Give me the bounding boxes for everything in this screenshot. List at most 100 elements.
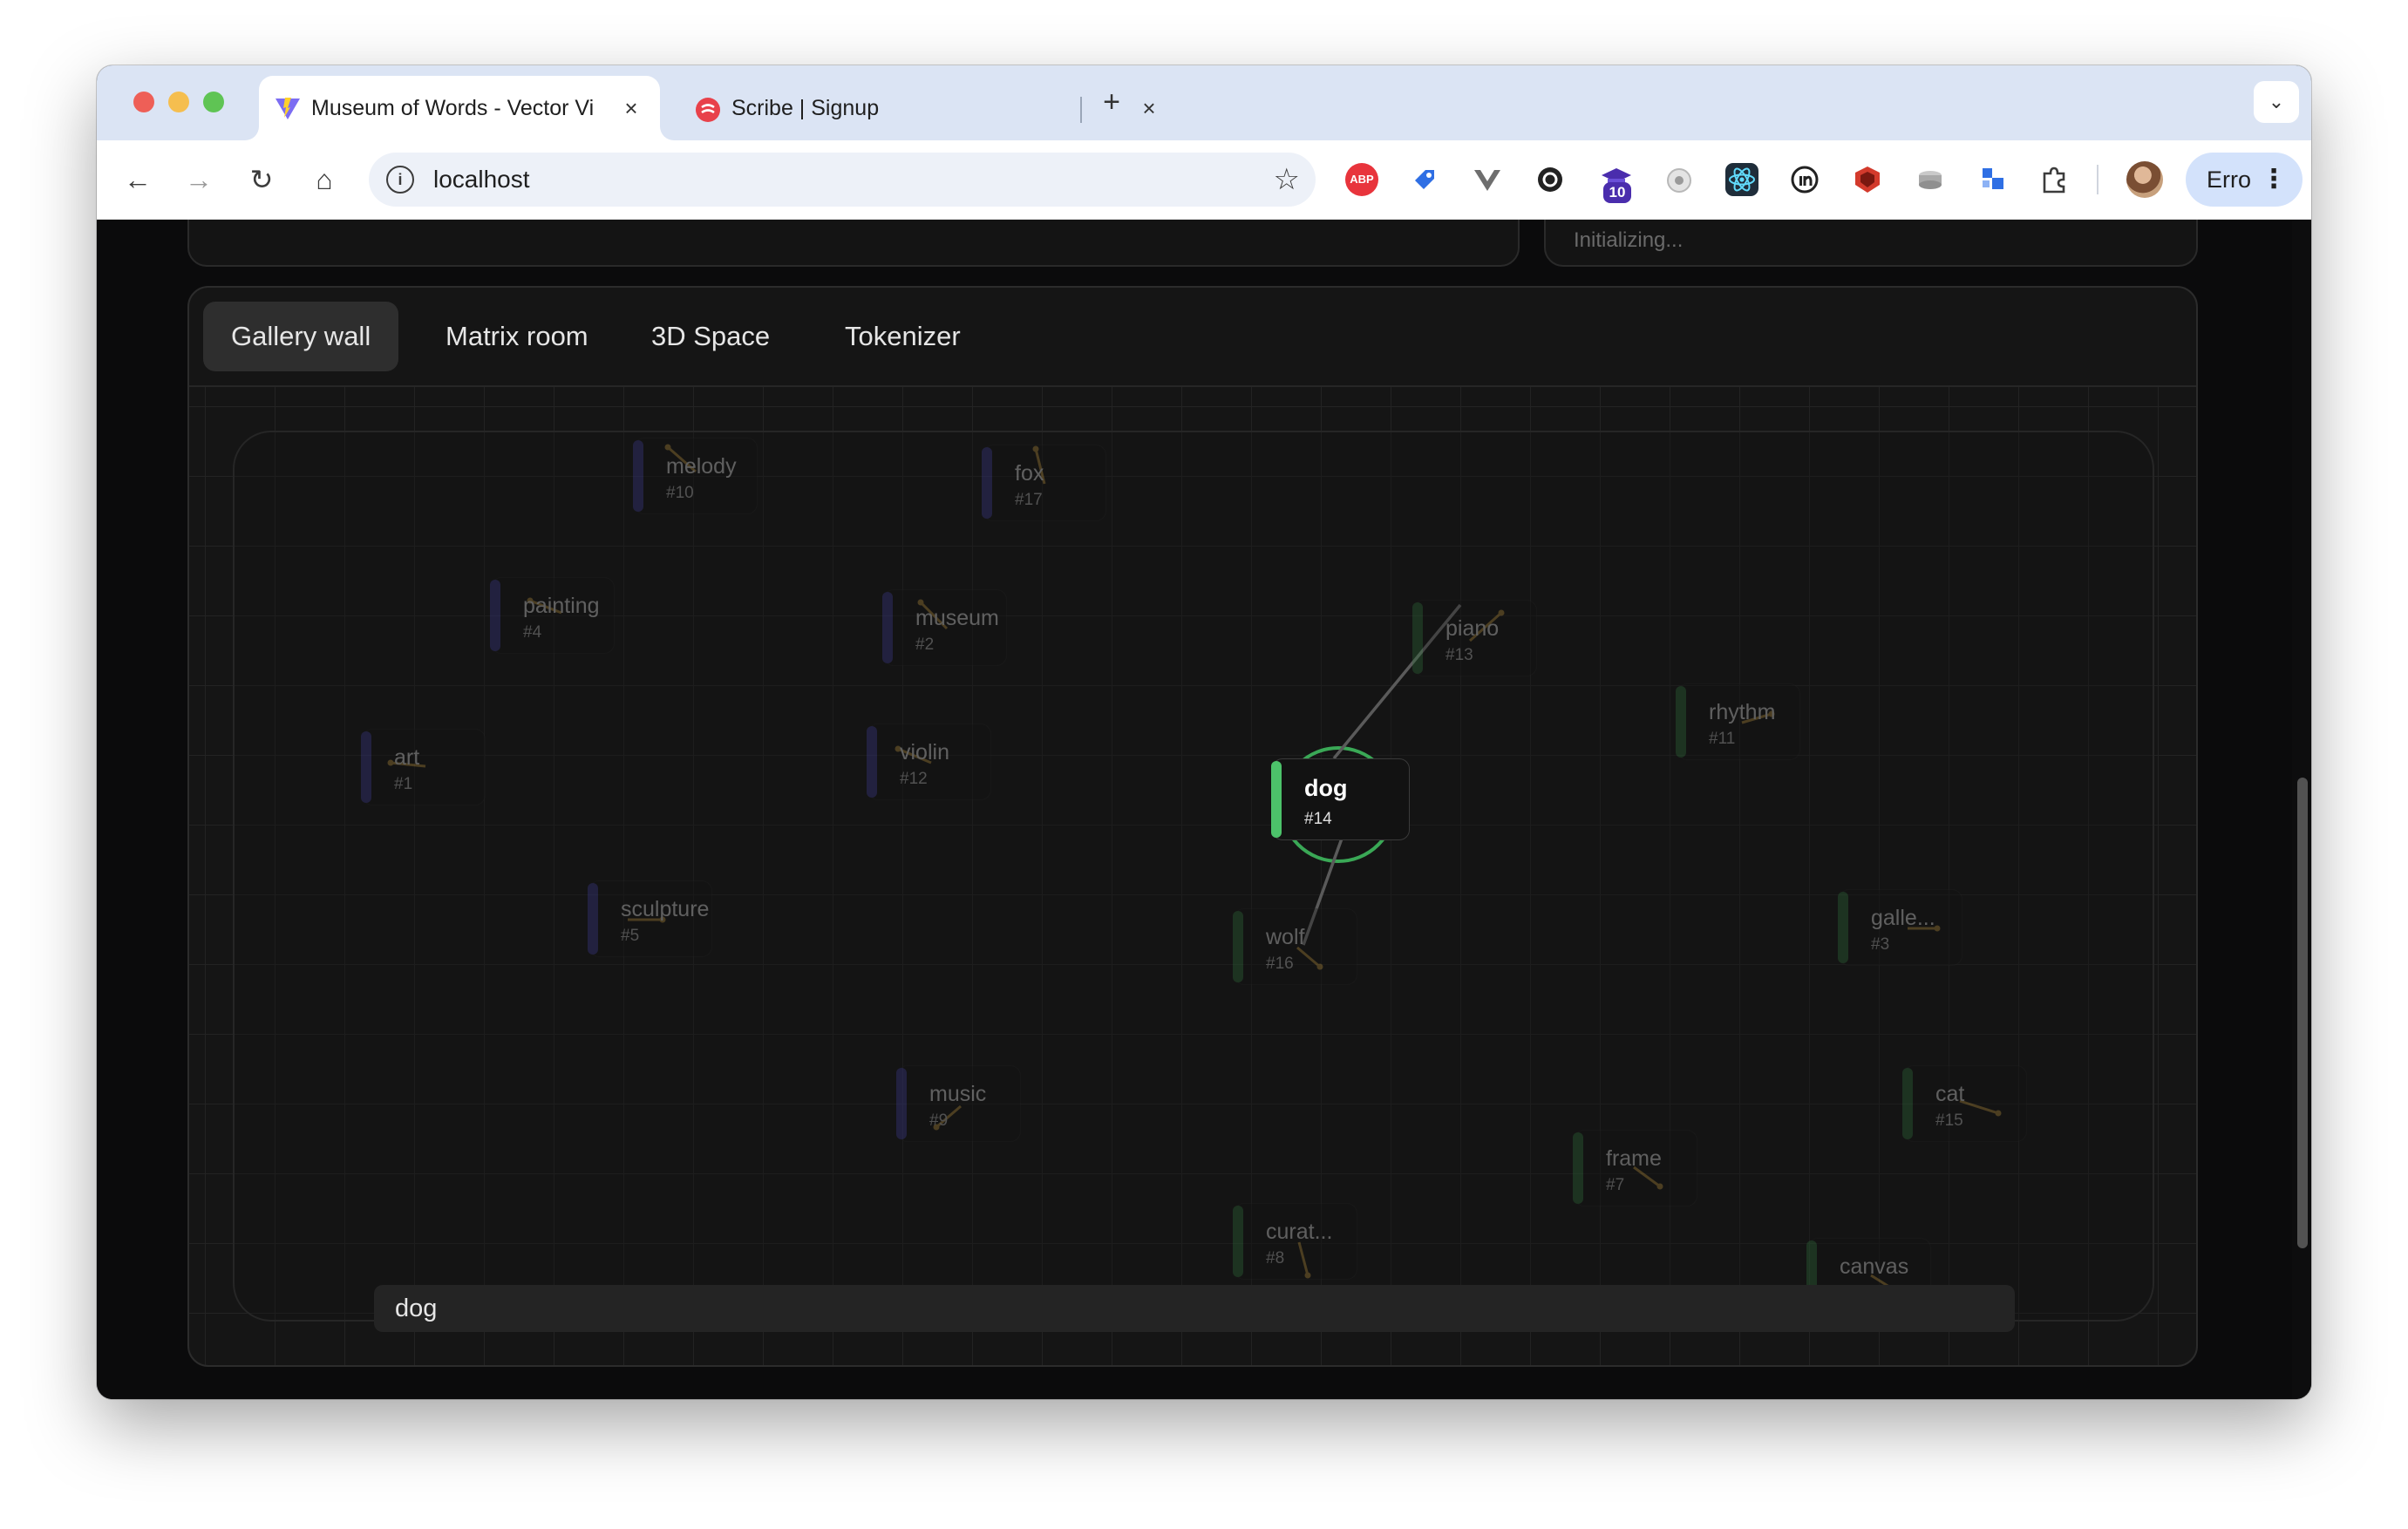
profile-label: Erro xyxy=(2207,166,2252,193)
blocks-extension-icon[interactable] xyxy=(1976,163,2010,196)
forward-button[interactable]: → xyxy=(180,161,217,198)
word-node-fox[interactable]: fox #17 xyxy=(982,445,1106,521)
word-label: dog xyxy=(1304,775,1348,801)
camera-extension-icon[interactable] xyxy=(1663,163,1696,196)
word-label: curat... xyxy=(1266,1220,1333,1244)
word-query-input[interactable]: dog xyxy=(374,1285,2015,1332)
extensions-puzzle-icon[interactable] xyxy=(2037,163,2071,196)
word-label: galle... xyxy=(1871,906,1935,930)
top-card-right: Initializing... xyxy=(1544,220,2198,267)
word-node-frame[interactable]: frame #7 xyxy=(1573,1130,1697,1206)
word-index: #17 xyxy=(1015,491,1043,509)
linkedin-helper-icon[interactable] xyxy=(1788,163,1821,196)
word-node-dog-selected[interactable]: dog #14 xyxy=(1271,758,1410,840)
word-index: #16 xyxy=(1266,955,1294,973)
shield-extension-icon[interactable] xyxy=(1851,163,1884,196)
word-label: melody xyxy=(666,454,737,479)
word-node-painting[interactable]: painting #4 xyxy=(490,577,615,654)
word-index: #11 xyxy=(1709,730,1736,748)
word-index: #12 xyxy=(900,770,928,788)
vector-arrow-icon xyxy=(1959,1099,2002,1117)
tab-gallery-wall[interactable]: Gallery wall xyxy=(203,302,399,371)
menu-kebab-icon[interactable]: ⋮ xyxy=(2261,153,2287,207)
word-node-gallery[interactable]: galle... #3 xyxy=(1838,889,1962,966)
word-index: #1 xyxy=(394,775,413,793)
extension-badge: 10 xyxy=(1603,182,1631,203)
site-info-icon[interactable]: i xyxy=(386,166,414,194)
status-text: Initializing... xyxy=(1574,228,1684,252)
word-label: wolf xyxy=(1266,925,1305,949)
word-label: sculpture xyxy=(621,897,710,921)
tab-search-button[interactable]: ⌄ xyxy=(2254,81,2299,123)
minimize-window-button[interactable] xyxy=(168,92,189,112)
tab-title: Museum of Words - Vector Vi xyxy=(311,96,595,120)
new-tab-button[interactable]: + xyxy=(1094,85,1129,119)
word-label: canvas xyxy=(1840,1254,1909,1279)
top-card-left xyxy=(187,220,1520,267)
browser-window: Museum of Words - Vector Vi × Scribe | S… xyxy=(97,65,2311,1399)
word-label: music xyxy=(929,1082,987,1106)
word-label: frame xyxy=(1606,1146,1662,1171)
gallery-canvas[interactable]: melody #10 fox #17 painting #4 museum #2… xyxy=(189,387,2196,1365)
vue-devtools-icon[interactable] xyxy=(1471,163,1504,196)
word-label: piano xyxy=(1445,616,1500,641)
scrollbar-thumb[interactable] xyxy=(2297,778,2308,1248)
bookmark-star-icon[interactable]: ☆ xyxy=(1274,161,1300,198)
browser-toolbar: ← → ↻ ⌂ i localhost ☆ ABP 10 Erro ⋮ xyxy=(97,140,2311,220)
reload-button[interactable]: ↻ xyxy=(243,161,280,198)
word-index: #8 xyxy=(1266,1249,1285,1267)
react-devtools-icon[interactable] xyxy=(1725,163,1758,196)
maximize-window-button[interactable] xyxy=(203,92,224,112)
word-node-sculpture[interactable]: sculpture #5 xyxy=(588,880,712,957)
word-node-wolf[interactable]: wolf #16 xyxy=(1233,908,1357,985)
disk-extension-icon[interactable] xyxy=(1914,163,1947,196)
home-button[interactable]: ⌂ xyxy=(306,161,343,198)
word-index: #5 xyxy=(621,927,640,945)
word-node-violin[interactable]: violin #12 xyxy=(867,724,991,800)
back-button[interactable]: ← xyxy=(119,161,156,198)
word-node-music[interactable]: music #9 xyxy=(896,1065,1021,1142)
page-scrollbar[interactable] xyxy=(2292,220,2311,1399)
scribe-logo-icon xyxy=(696,98,720,122)
tab-3d-space[interactable]: 3D Space xyxy=(623,302,798,371)
page-viewport: Initializing... Gallery wall Matrix room… xyxy=(97,220,2311,1399)
profile-avatar[interactable] xyxy=(2126,161,2163,198)
connection-lines xyxy=(1302,603,1462,946)
tag-extension-icon[interactable] xyxy=(1408,163,1441,196)
word-index: #10 xyxy=(666,484,694,502)
word-node-museum[interactable]: museum #2 xyxy=(882,589,1007,666)
word-label: museum xyxy=(915,606,999,630)
tab-matrix-room[interactable]: Matrix room xyxy=(418,302,616,371)
word-node-rhythm[interactable]: rhythm #11 xyxy=(1676,683,1800,760)
vite-logo-icon xyxy=(275,98,300,119)
word-index: #4 xyxy=(523,623,542,642)
word-index: #7 xyxy=(1606,1176,1625,1194)
word-node-piano[interactable]: piano #13 xyxy=(1412,600,1537,676)
word-index: #3 xyxy=(1871,935,1890,954)
close-tab-icon[interactable]: × xyxy=(1136,95,1162,121)
tab-tokenizer[interactable]: Tokenizer xyxy=(817,302,989,371)
adblock-plus-icon[interactable]: ABP xyxy=(1345,163,1378,196)
word-index: #15 xyxy=(1935,1111,1963,1130)
profile-button[interactable]: Erro ⋮ xyxy=(2186,153,2303,207)
tab-title: Scribe | Signup xyxy=(731,96,880,120)
word-node-curator[interactable]: curat... #8 xyxy=(1233,1203,1357,1280)
toolbar-separator xyxy=(2097,165,2098,194)
tab-museum-of-words[interactable]: Museum of Words - Vector Vi × xyxy=(259,76,660,140)
group-marker xyxy=(1271,761,1282,838)
address-bar[interactable]: i localhost ☆ xyxy=(369,153,1316,207)
word-node-melody[interactable]: melody #10 xyxy=(633,438,758,514)
link-extension-icon[interactable] xyxy=(1534,163,1567,196)
vector-arrow-icon xyxy=(1032,445,1046,485)
address-text[interactable]: localhost xyxy=(433,153,530,207)
query-value[interactable]: dog xyxy=(395,1285,437,1332)
close-window-button[interactable] xyxy=(133,92,154,112)
tab-strip: Museum of Words - Vector Vi × Scribe | S… xyxy=(97,65,2311,140)
word-node-art[interactable]: art #1 xyxy=(361,729,486,805)
word-label: rhythm xyxy=(1709,700,1776,724)
word-label: art xyxy=(394,745,420,770)
word-node-cat[interactable]: cat #15 xyxy=(1902,1065,2027,1142)
word-label: painting xyxy=(523,594,600,618)
close-tab-icon[interactable]: × xyxy=(618,95,644,121)
visualization-panel: Gallery wall Matrix room 3D Space Tokeni… xyxy=(187,286,2198,1367)
